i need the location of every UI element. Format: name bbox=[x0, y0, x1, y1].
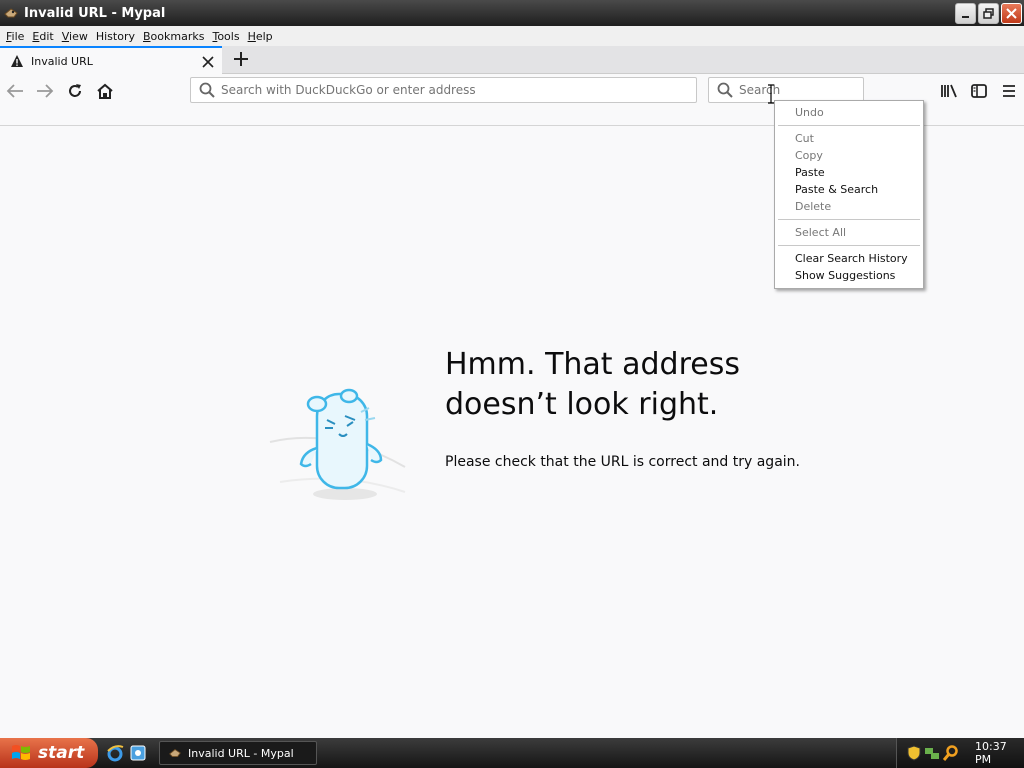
ctx-delete[interactable]: Delete bbox=[775, 198, 923, 215]
restore-button[interactable] bbox=[978, 3, 999, 24]
quick-launch bbox=[106, 744, 146, 762]
internet-explorer-icon[interactable] bbox=[106, 744, 124, 762]
sidebar-button[interactable] bbox=[968, 80, 990, 102]
search-icon bbox=[717, 82, 733, 98]
menu-tools[interactable]: Tools bbox=[208, 30, 243, 43]
window-title: Invalid URL - Mypal bbox=[24, 5, 166, 21]
menu-bookmarks[interactable]: Bookmarks bbox=[139, 30, 208, 43]
ctx-clear-search-history[interactable]: Clear Search History bbox=[775, 250, 923, 267]
menu-history[interactable]: History bbox=[92, 30, 139, 43]
ctx-paste[interactable]: Paste bbox=[775, 164, 923, 181]
ctx-separator bbox=[778, 125, 920, 126]
new-tab-button[interactable] bbox=[231, 48, 251, 70]
close-window-button[interactable] bbox=[1001, 3, 1022, 24]
hamburger-menu-icon bbox=[1003, 85, 1015, 97]
menu-view-rest: iew bbox=[69, 29, 88, 43]
ctx-copy[interactable]: Copy bbox=[775, 147, 923, 164]
show-desktop-icon[interactable] bbox=[130, 744, 146, 762]
text-cursor-icon bbox=[768, 84, 774, 104]
warning-icon bbox=[11, 55, 23, 67]
url-input[interactable] bbox=[221, 83, 681, 97]
windows-logo-icon bbox=[12, 745, 30, 760]
network-icon[interactable] bbox=[924, 745, 940, 761]
back-button[interactable] bbox=[4, 80, 26, 102]
search-tray-icon[interactable] bbox=[943, 745, 959, 761]
security-shield-icon[interactable] bbox=[907, 745, 921, 761]
library-icon bbox=[941, 84, 957, 98]
home-button[interactable] bbox=[94, 80, 116, 102]
forward-arrow-icon bbox=[37, 84, 54, 98]
menu-bookmarks-accel: B bbox=[143, 29, 151, 43]
minimize-icon bbox=[961, 15, 969, 18]
tab-invalid-url[interactable]: Invalid URL bbox=[0, 46, 222, 74]
search-context-menu: Undo Cut Copy Paste Paste & Search Delet… bbox=[774, 100, 924, 289]
menu-help-accel: H bbox=[247, 29, 256, 43]
reload-button[interactable] bbox=[64, 80, 86, 102]
menu-help-rest: elp bbox=[255, 29, 273, 43]
window-titlebar[interactable]: Invalid URL - Mypal bbox=[0, 0, 1024, 26]
ctx-select-all[interactable]: Select All bbox=[775, 224, 923, 241]
forward-button[interactable] bbox=[34, 80, 56, 102]
ctx-separator bbox=[778, 245, 920, 246]
menu-history-label: History bbox=[95, 29, 135, 43]
mypal-app-icon bbox=[4, 8, 18, 18]
taskbar-item-title: Invalid URL - Mypal bbox=[188, 746, 294, 760]
system-tray: 10:37 PM bbox=[896, 738, 1024, 768]
start-button[interactable]: start bbox=[0, 738, 98, 768]
taskbar-item-mypal[interactable]: Invalid URL - Mypal bbox=[159, 741, 317, 765]
main-menu-button[interactable] bbox=[998, 80, 1020, 102]
menu-help[interactable]: Help bbox=[244, 30, 277, 43]
menu-file[interactable]: File bbox=[2, 30, 28, 43]
minimize-button[interactable] bbox=[955, 3, 976, 24]
library-button[interactable] bbox=[938, 80, 960, 102]
close-tab-icon bbox=[202, 56, 214, 68]
close-icon bbox=[1006, 8, 1017, 19]
reload-icon bbox=[69, 84, 81, 97]
error-title: Hmm. That address doesn’t look right. bbox=[445, 347, 740, 422]
search-input[interactable] bbox=[739, 83, 849, 97]
tab-close-button[interactable] bbox=[202, 52, 214, 72]
back-arrow-icon bbox=[6, 84, 23, 98]
menu-file-rest: ile bbox=[11, 29, 25, 43]
sidebar-icon bbox=[971, 84, 987, 98]
error-message: Please check that the URL is correct and… bbox=[445, 454, 800, 470]
url-bar[interactable] bbox=[190, 77, 697, 103]
ctx-paste-and-search[interactable]: Paste & Search bbox=[775, 181, 923, 198]
restore-icon bbox=[983, 8, 994, 19]
ctx-cut[interactable]: Cut bbox=[775, 130, 923, 147]
menu-view[interactable]: View bbox=[58, 30, 92, 43]
mypal-app-icon bbox=[169, 748, 181, 757]
tab-strip: Invalid URL bbox=[0, 46, 1024, 74]
menu-tools-rest: ools bbox=[217, 29, 240, 43]
menu-bookmarks-rest: ookmarks bbox=[150, 29, 205, 43]
plus-icon bbox=[234, 52, 248, 66]
clock: 10:37 PM bbox=[975, 740, 1007, 766]
menu-bar: File Edit View History Bookmarks Tools H… bbox=[0, 26, 1024, 46]
start-label: start bbox=[38, 743, 85, 763]
ctx-separator bbox=[778, 219, 920, 220]
home-icon bbox=[97, 83, 113, 99]
search-icon bbox=[199, 82, 215, 98]
ctx-undo[interactable]: Undo bbox=[775, 104, 923, 121]
tab-title: Invalid URL bbox=[31, 54, 93, 68]
ctx-show-suggestions[interactable]: Show Suggestions bbox=[775, 267, 923, 284]
confused-creature-illustration bbox=[269, 388, 406, 500]
menu-view-accel: V bbox=[61, 29, 70, 43]
taskbar: start Invalid URL - Mypal 10:37 PM bbox=[0, 738, 1024, 768]
menu-edit[interactable]: Edit bbox=[28, 30, 57, 43]
menu-edit-rest: dit bbox=[39, 29, 54, 43]
